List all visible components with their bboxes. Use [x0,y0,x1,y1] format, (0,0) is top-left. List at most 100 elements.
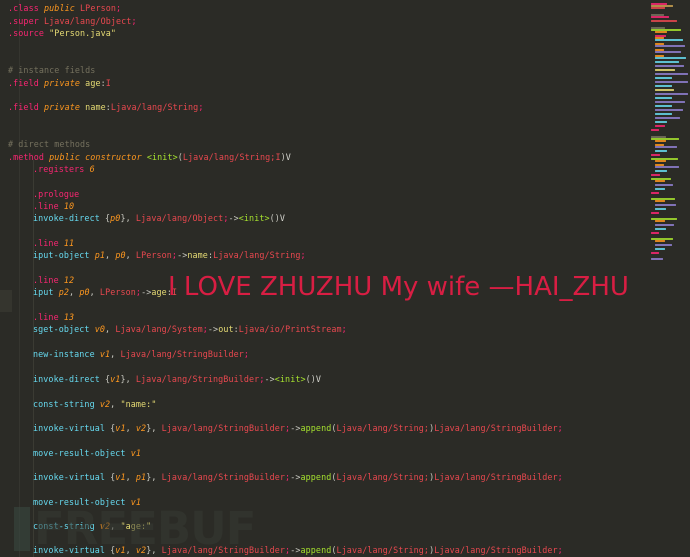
code-token: "name:" [120,399,157,409]
code-token: v1 [99,349,111,359]
code-token: }, [146,423,162,433]
code-token: I [105,78,111,88]
code-token: v1 [115,545,126,555]
minimap-line [651,129,659,131]
minimap-line [655,166,679,168]
code-token: { [99,213,111,223]
code-token: -> [177,250,188,260]
code-token: ; [300,250,306,260]
code-token: { [105,423,116,433]
code-token: LPerson [80,3,117,13]
code-line: invoke-direct {v1}, Ljava/lang/StringBui… [33,373,321,386]
code-token: }, [120,374,136,384]
code-token: p0 [110,213,121,223]
minimap-line [655,224,674,226]
code-token: .line [33,275,59,285]
code-token: invoke-virtual [33,545,105,555]
code-token: , [89,287,100,297]
code-token: invoke-direct [33,374,100,384]
code-line: .line 13 [33,311,74,324]
code-token: Ljava/lang/StringBuilder [161,545,286,555]
code-token: V [285,152,291,162]
code-line: invoke-direct {p0}, Ljava/lang/Object;->… [33,212,285,225]
code-line: .super Ljava/lang/Object; [8,15,137,28]
code-token: v2 [135,545,147,555]
minimap-line [655,77,672,79]
minimap-line [651,154,660,156]
code-token: LPerson [135,250,172,260]
minimap-line [655,244,672,246]
code-token: invoke-direct [33,213,100,223]
code-token: { [99,374,111,384]
code-line: invoke-virtual {v1, v2}, Ljava/lang/Stri… [33,544,563,557]
code-token: p1 [94,250,106,260]
minimap-line [655,180,665,182]
code-token: <init> [238,213,270,223]
code-token: v2 [99,521,111,531]
code-token: .field [8,102,39,112]
minimap-line [655,45,685,47]
minimap-line [655,101,685,103]
source-code-text[interactable]: .class public LPerson; .super Ljava/lang/… [0,0,645,557]
code-token: V [315,374,322,384]
code-token: move-result-object [33,497,126,507]
minimap-line [651,232,659,234]
code-token: Ljava/lang/StringBuilder [434,545,558,555]
code-token: <init> [146,152,178,162]
minimap-line [655,109,683,111]
code-token: ; [557,423,563,433]
code-token: const-string [33,521,95,531]
code-line: invoke-virtual {v1, p1}, Ljava/lang/Stri… [33,471,563,484]
code-line: .line 10 [33,200,74,213]
code-token: .method [8,152,44,162]
minimap-line [651,258,663,260]
minimap-line [655,31,667,33]
code-token: p0 [115,250,126,260]
code-token: , [110,521,121,531]
code-line: const-string v2, "age:" [33,520,151,533]
code-token: , [125,545,136,555]
code-line: move-result-object v1 [33,496,141,509]
code-token: invoke-virtual [33,472,105,482]
code-token: p0 [79,287,90,297]
minimap-line [655,150,667,152]
code-token: , [69,287,80,297]
minimap-line [655,240,665,242]
code-token: append [300,545,332,555]
minimap-line [655,170,667,172]
code-token: , [125,423,136,433]
code-token: Ljava/lang/String; [336,423,430,433]
code-minimap[interactable] [645,0,690,557]
code-token: iput [33,287,54,297]
code-token: out [218,324,234,334]
code-token: ; [116,3,122,13]
code-line: .registers 6 [33,163,95,176]
code-token: { [105,472,116,482]
code-token: -> [290,472,301,482]
code-line: .source "Person.java" [8,27,116,40]
minimap-line [655,61,679,63]
code-token: ; [557,545,563,555]
code-token: age [151,287,167,297]
minimap-line [651,252,659,254]
minimap-line [651,16,669,18]
code-token: () [269,213,280,223]
code-token: .line [33,201,59,211]
code-token: Ljava/lang/Object [135,213,224,223]
code-token: append [300,472,332,482]
code-token: .prologue [33,189,80,199]
minimap-line [655,69,675,71]
code-editor-window: .class public LPerson; .super Ljava/lang/… [0,0,690,557]
minimap-line [655,93,688,95]
code-token: private [44,78,81,88]
code-token: "Person.java" [49,28,117,38]
code-line: move-result-object v1 [33,447,141,460]
code-line: const-string v2, "name:" [33,398,156,411]
code-token: v1 [115,472,126,482]
code-token: .source [8,28,44,38]
code-token: v1 [110,374,121,384]
minimap-line [655,65,684,67]
code-token: 11 [63,238,75,248]
code-token: -> [290,423,301,433]
code-line: .line 12 [33,274,74,287]
